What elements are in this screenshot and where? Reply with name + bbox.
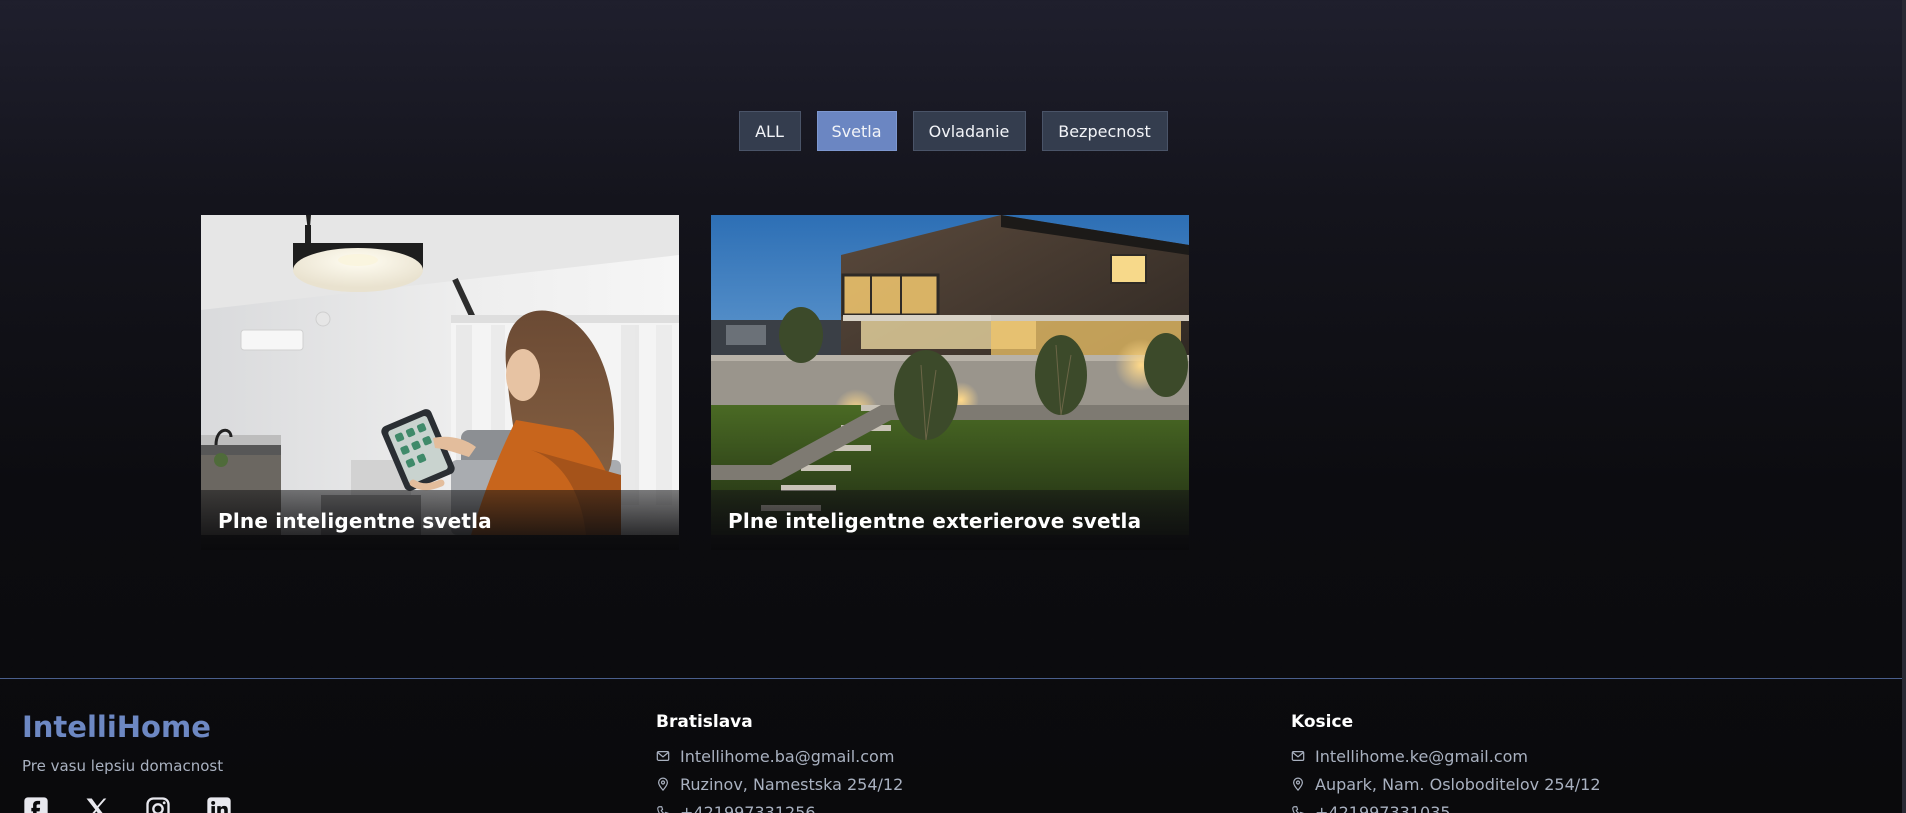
- footer-brand-logo[interactable]: IntelliHome: [22, 710, 211, 744]
- contact-address-row: Ruzinov, Namestska 254/12: [656, 770, 903, 798]
- filter-bar: ALL Svetla Ovladanie Bezpecnost: [0, 111, 1906, 151]
- contact-phone[interactable]: +421997331256: [680, 803, 816, 813]
- facebook-icon[interactable]: [22, 795, 50, 813]
- contact-address: Aupark, Nam. Osloboditelov 254/12: [1315, 774, 1601, 794]
- phone-icon: [656, 805, 670, 813]
- product-card-exterior-lights[interactable]: Plne inteligentne exterierove svetla: [711, 215, 1189, 550]
- card-title: Plne inteligentne svetla: [218, 509, 492, 533]
- instagram-icon[interactable]: [144, 795, 172, 813]
- contact-address-row: Aupark, Nam. Osloboditelov 254/12: [1291, 770, 1601, 798]
- filter-bezpecnost-button[interactable]: Bezpecnost: [1041, 111, 1168, 151]
- contact-email[interactable]: Intellihome.ba@gmail.com: [680, 747, 894, 766]
- exterior-lighting-image: [711, 215, 1189, 535]
- contact-phone-row[interactable]: +421997331256: [656, 798, 903, 813]
- interior-lighting-image: [201, 215, 679, 535]
- contact-email-row[interactable]: Intellihome.ba@gmail.com: [656, 742, 903, 770]
- linkedin-icon[interactable]: [205, 795, 233, 813]
- mail-icon: [656, 749, 670, 763]
- x-icon[interactable]: [83, 795, 111, 813]
- location-pin-icon: [656, 777, 670, 791]
- contact-phone-row[interactable]: +421997331035: [1291, 798, 1601, 813]
- footer-contact-kosice: Kosice Intellihome.ke@gmail.com Aupark, …: [1291, 712, 1601, 813]
- contact-email[interactable]: Intellihome.ke@gmail.com: [1315, 747, 1528, 766]
- contact-phone[interactable]: +421997331035: [1315, 803, 1451, 813]
- footer-city-title: Bratislava: [656, 712, 753, 732]
- location-pin-icon: [1291, 777, 1305, 791]
- footer-city-title: Kosice: [1291, 712, 1354, 732]
- social-links: [22, 795, 233, 813]
- contact-address: Ruzinov, Namestska 254/12: [680, 774, 904, 794]
- filter-all-button[interactable]: ALL: [738, 111, 801, 151]
- filter-svetla-button[interactable]: Svetla: [816, 111, 897, 151]
- footer-contact-bratislava: Bratislava Intellihome.ba@gmail.com Ruzi…: [656, 712, 903, 813]
- product-card-interior-lights[interactable]: Plne inteligentne svetla: [201, 215, 679, 550]
- mail-icon: [1291, 749, 1305, 763]
- contact-email-row[interactable]: Intellihome.ke@gmail.com: [1291, 742, 1601, 770]
- filter-ovladanie-button[interactable]: Ovladanie: [912, 111, 1026, 151]
- footer-tagline: Pre vasu lepsiu domacnost: [22, 757, 224, 775]
- footer-divider: [0, 678, 1902, 679]
- phone-icon: [1291, 805, 1305, 813]
- card-title: Plne inteligentne exterierove svetla: [728, 509, 1142, 533]
